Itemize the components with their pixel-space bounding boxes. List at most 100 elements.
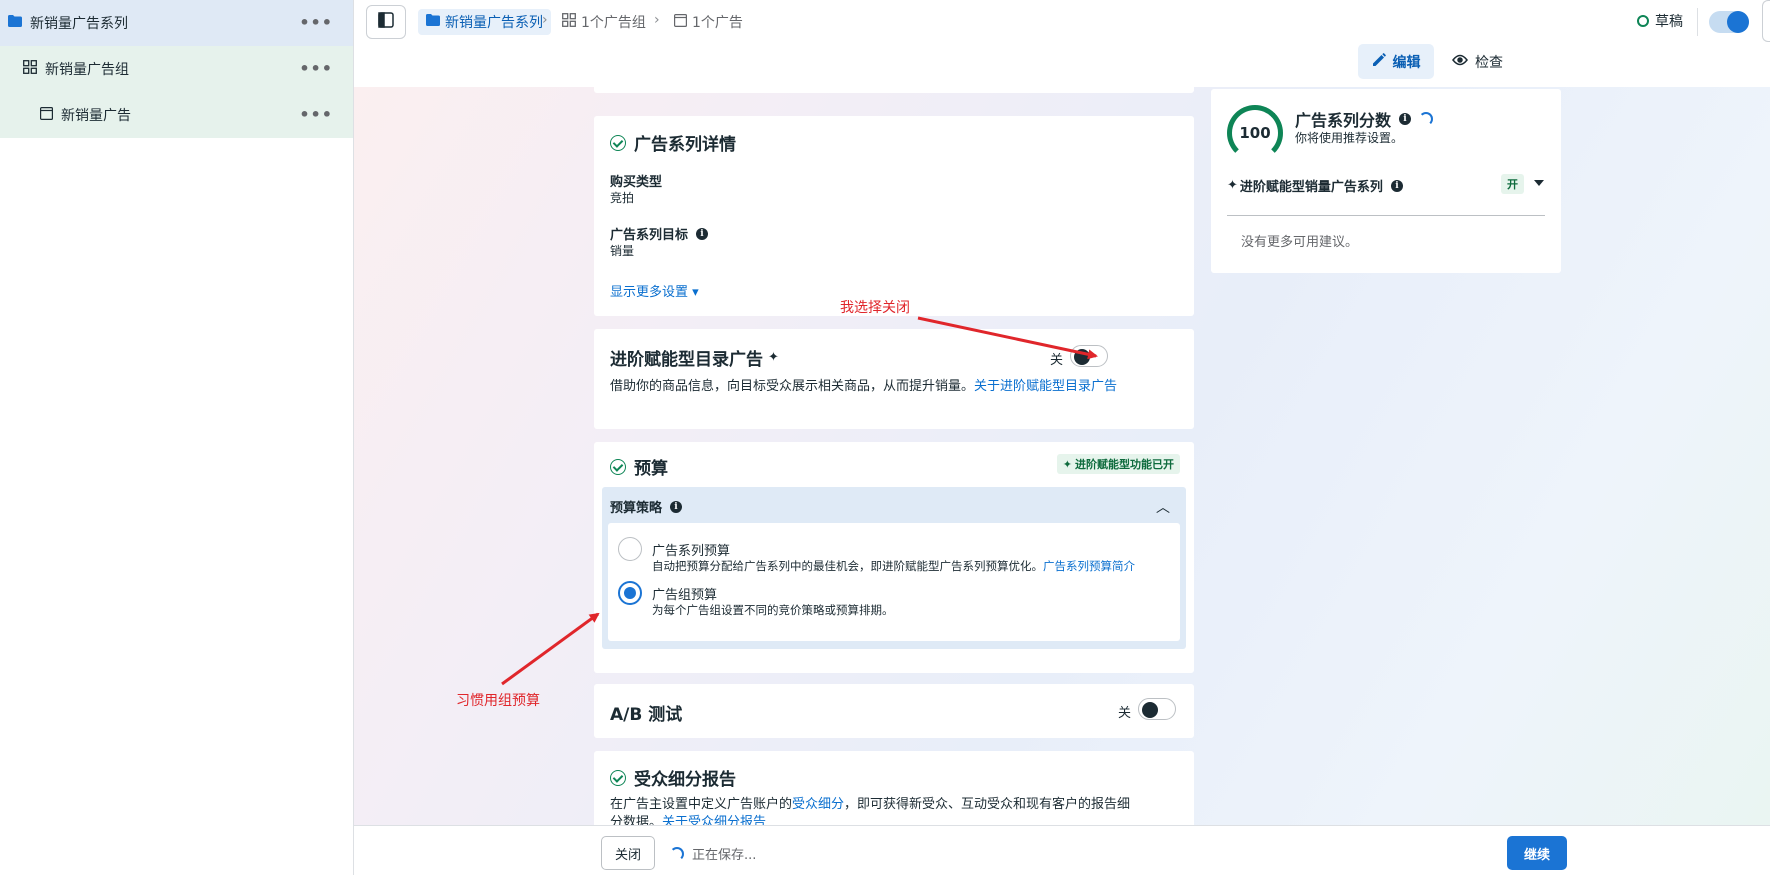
sparkle-icon: ✦ (768, 350, 779, 365)
ad-icon (674, 13, 688, 31)
toggle-state-label: 关 (1118, 706, 1132, 721)
status-label: 草稿 (1655, 14, 1683, 30)
sidebar-item-adset[interactable]: 新销量广告组 ••• (0, 46, 353, 92)
info-icon[interactable]: i (1399, 113, 1412, 125)
close-button[interactable]: 关闭 (601, 836, 655, 870)
check-circle-icon (610, 458, 626, 475)
sidebar: 新销量广告系列 ••• 新销量广告组 ••• 新销量广告 ••• (0, 0, 354, 875)
breadcrumb-label: 1个广告组 (581, 15, 646, 31)
info-icon[interactable]: i (670, 500, 683, 513)
card-title: 进阶赋能型目录广告 ✦ (610, 350, 779, 370)
card-title: 预算 (610, 454, 668, 479)
objective-value: 销量 (610, 244, 635, 258)
tab-label: 编辑 (1392, 54, 1421, 71)
advantage-catalog-toggle[interactable] (1070, 345, 1108, 367)
score-gauge: 100 (1227, 105, 1283, 161)
panel-toggle-button[interactable] (366, 5, 406, 39)
previous-card (594, 87, 1194, 93)
campaign-budget-radio[interactable] (618, 537, 642, 561)
budget-strategy-section: 预算策略 i ︿ 广告系列预算 自动把预算分配给广告系列中的最佳机会，即进阶赋能… (602, 487, 1186, 649)
advantage-on-badge: ✦ 进阶赋能型功能已开 (1056, 454, 1180, 474)
top-bar: 新销量广告系列 › 1个广告组 › 1个广告 草稿 编辑 检查 (354, 0, 1770, 87)
loading-spinner-icon (670, 846, 684, 861)
chevron-up-icon[interactable]: ︿ (1156, 497, 1170, 517)
tab-check[interactable]: 检查 (1452, 44, 1503, 79)
grid-icon (562, 13, 576, 31)
sidebar-item-campaign[interactable]: 新销量广告系列 ••• (0, 0, 353, 46)
publish-toggle[interactable] (1709, 11, 1749, 33)
campaign-details-card: 广告系列详情 购买类型 竞拍 广告系列目标 i 销量 显示更多设置 ▾ (594, 116, 1194, 316)
breadcrumb-adset[interactable]: 1个广告组 (562, 9, 646, 35)
breadcrumb-campaign[interactable]: 新销量广告系列 (418, 9, 551, 35)
audience-report-desc: 在广告主设置中定义广告账户的受众细分，即可获得新受众、互动受众和现有客户的报告细 (610, 797, 1131, 812)
divider (1697, 8, 1698, 36)
pencil-icon (1372, 52, 1386, 71)
divider (1227, 215, 1545, 216)
ab-test-toggle[interactable] (1138, 698, 1176, 720)
advantage-catalog-card: 进阶赋能型目录广告 ✦ 借助你的商品信息，向目标受众展示相关商品，从而提升销量。… (594, 329, 1194, 429)
score-title: 广告系列分数 i (1295, 107, 1434, 131)
audience-segment-link[interactable]: 受众细分 (792, 797, 844, 812)
buy-type-value: 竞拍 (610, 191, 635, 205)
sparkle-icon: ✦ (1227, 178, 1238, 193)
continue-button[interactable]: 继续 (1507, 836, 1567, 870)
chevron-right-icon: › (654, 12, 660, 28)
ad-icon (40, 106, 54, 124)
ab-test-card: A/B 测试 关 (594, 684, 1194, 738)
eye-icon (1452, 54, 1468, 70)
audience-report-desc-line2: 分数据。关于受众细分报告 (610, 811, 766, 825)
option-desc: 为每个广告组设置不同的竞价策略或预算排期。 (652, 603, 894, 617)
saving-status: 正在保存... (670, 844, 756, 863)
tab-label: 检查 (1475, 54, 1503, 71)
breadcrumb-label: 1个广告 (692, 15, 743, 31)
objective-label: 广告系列目标 i (610, 224, 709, 243)
campaign-score-panel: 100 广告系列分数 i 你将使用推荐设置。 ✦ 进阶赋能型销量广告系列 i 开… (1211, 89, 1561, 273)
option-desc: 自动把预算分配给广告系列中的最佳机会，即进阶赋能型广告系列预算优化。广告系列预算… (652, 559, 1135, 573)
sidebar-item-label: 新销量广告系列 (30, 16, 128, 32)
campaign-budget-link[interactable]: 广告系列预算简介 (1043, 559, 1135, 573)
advantage-catalog-desc: 借助你的商品信息，向目标受众展示相关商品，从而提升销量。关于进阶赋能型目录广告 (610, 379, 1118, 394)
audience-report-card: 受众细分报告 在广告主设置中定义广告账户的受众细分，即可获得新受众、互动受众和现… (594, 751, 1194, 825)
grid-icon (23, 60, 37, 78)
sidebar-item-ad[interactable]: 新销量广告 ••• (0, 92, 353, 138)
card-title: A/B 测试 (610, 705, 683, 725)
budget-card: 预算 ✦ 进阶赋能型功能已开 预算策略 i ︿ 广告系列预算 自动把预算分配给广… (594, 442, 1194, 673)
adset-budget-radio[interactable] (618, 581, 642, 605)
caret-down-icon[interactable] (1534, 180, 1544, 186)
breadcrumb-ad[interactable]: 1个广告 (674, 9, 743, 35)
option-title: 广告组预算 (652, 588, 718, 603)
more-icon[interactable]: ••• (299, 105, 333, 124)
more-icon[interactable]: ••• (299, 59, 333, 78)
annotation-adset-budget: 习惯用组预算 (456, 693, 540, 709)
check-circle-icon (610, 769, 626, 786)
tab-edit[interactable]: 编辑 (1358, 44, 1434, 79)
info-icon[interactable]: i (1390, 179, 1403, 192)
card-title: 广告系列详情 (610, 130, 736, 155)
score-recommendation[interactable]: ✦ 进阶赋能型销量广告系列 i (1227, 176, 1403, 195)
audience-report-link[interactable]: 关于受众细分报告 (662, 815, 766, 825)
advantage-catalog-link[interactable]: 关于进阶赋能型目录广告 (974, 379, 1117, 394)
breadcrumb-label: 新销量广告系列 (445, 15, 543, 31)
info-icon[interactable]: i (696, 227, 709, 240)
show-more-settings-link[interactable]: 显示更多设置 ▾ (610, 281, 699, 300)
folder-icon (426, 14, 440, 30)
no-suggestions-text: 没有更多可用建议。 (1241, 235, 1359, 250)
buy-type-label: 购买类型 (610, 175, 663, 190)
budget-strategy-label: 预算策略 i (610, 497, 683, 516)
main-canvas: doingfb 广告系列详情 购买类型 竞拍 广告系列目标 i 销量 显示更多设… (354, 87, 1770, 825)
folder-icon (8, 15, 22, 31)
check-circle-icon (610, 134, 626, 151)
annotation-choose-off: 我选择关闭 (840, 300, 910, 316)
bottom-bar: 关闭 正在保存... 继续 (354, 825, 1770, 875)
score-subtitle: 你将使用推荐设置。 (1295, 131, 1404, 145)
more-icon[interactable]: ••• (299, 13, 333, 32)
sidebar-toggle-icon (378, 12, 394, 32)
recommendation-state-badge: 开 (1501, 174, 1524, 194)
caret-down-icon: ▾ (692, 285, 699, 300)
status-badge: 草稿 (1637, 11, 1683, 31)
sidebar-item-label: 新销量广告组 (45, 62, 129, 78)
status-dot-icon (1637, 15, 1649, 27)
sparkle-icon: ✦ (1062, 457, 1072, 471)
edge-panel-button[interactable] (1762, 0, 1770, 42)
sidebar-item-label: 新销量广告 (61, 108, 131, 124)
